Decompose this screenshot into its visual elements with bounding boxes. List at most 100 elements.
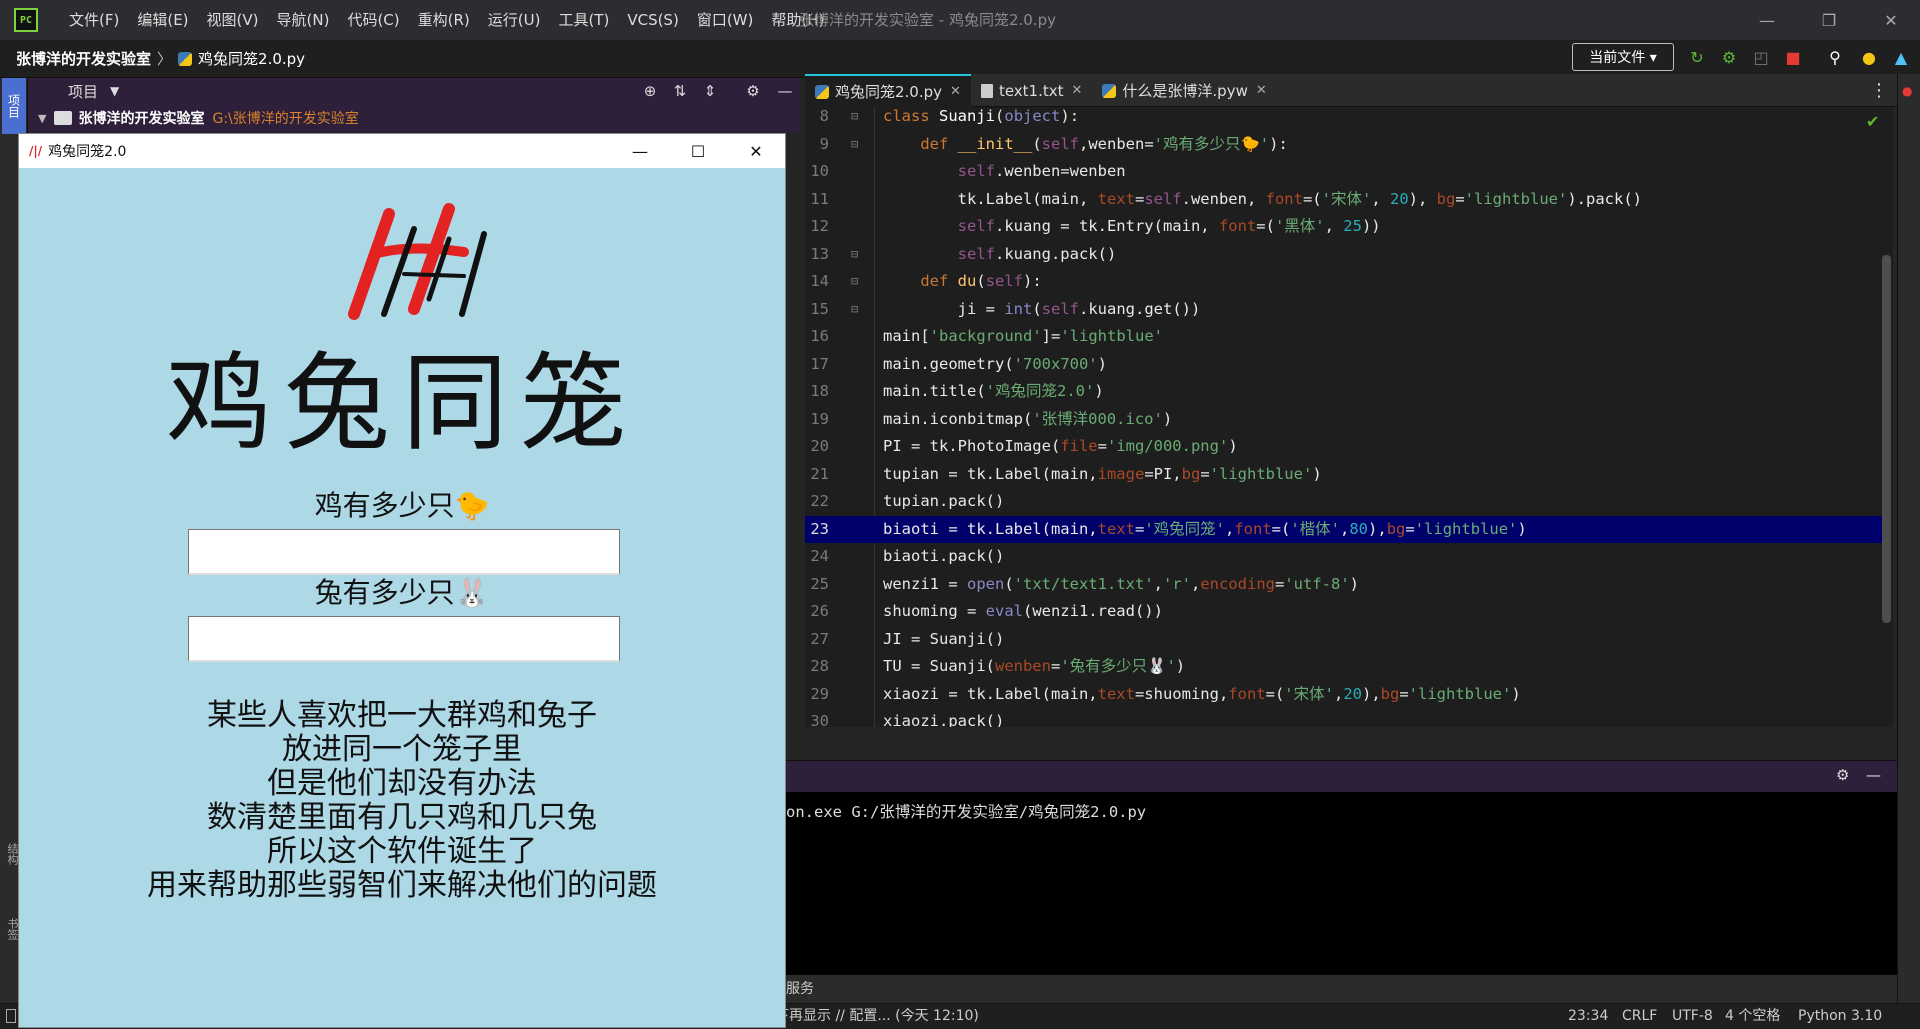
notifications-icon[interactable]: ● xyxy=(1902,84,1912,98)
inspection-ok-icon[interactable]: ✔ xyxy=(1866,112,1879,131)
pycharm-logo-icon[interactable]: PC xyxy=(14,8,38,32)
restore-icon[interactable]: ❐ xyxy=(1806,0,1852,40)
hide-panel-icon[interactable]: — xyxy=(1866,766,1881,784)
file-encoding[interactable]: UTF-8 xyxy=(1672,1004,1713,1029)
app-feather-icon: /|/ xyxy=(29,144,43,158)
menu-item-8[interactable]: VCS(S) xyxy=(618,0,687,40)
code-line[interactable]: 11 tk.Label(main, text=self.wenben, font… xyxy=(805,186,1885,214)
gear-icon[interactable]: ⚙ xyxy=(1836,766,1849,784)
close-icon[interactable]: ✕ xyxy=(1868,0,1914,40)
code-line[interactable]: 12 self.kuang = tk.Entry(main, font=('黑体… xyxy=(805,213,1885,241)
hide-panel-icon[interactable]: — xyxy=(772,78,798,104)
maximize-icon[interactable]: ☐ xyxy=(669,134,727,168)
project-tool-button[interactable]: 项目 xyxy=(2,78,26,134)
rerun-icon[interactable]: ↻ xyxy=(1686,46,1708,68)
code-line[interactable]: 22 tupian.pack() xyxy=(805,488,1885,516)
indent-setting[interactable]: 4 个空格 xyxy=(1725,1004,1780,1029)
fold-marker-icon[interactable]: ⊟ xyxy=(851,107,858,131)
close-tab-icon[interactable]: ✕ xyxy=(1256,83,1267,98)
menu-item-5[interactable]: 重构(R) xyxy=(409,0,479,40)
code-line[interactable]: 13 ⊟ self.kuang.pack() xyxy=(805,241,1885,269)
editor-tab-0[interactable]: 鸡兔同笼2.0.py ✕ xyxy=(805,74,971,107)
chevron-down-icon[interactable]: ▼ xyxy=(38,112,46,125)
fold-marker-icon[interactable]: ⊟ xyxy=(851,131,858,159)
code-line[interactable]: 15 ⊟ ji = int(self.kuang.get()) xyxy=(805,296,1885,324)
minimize-icon[interactable]: — xyxy=(611,134,669,168)
code-line[interactable]: 8 ⊟ class Suanji(object): xyxy=(805,107,1885,131)
menu-item-6[interactable]: 运行(U) xyxy=(479,0,550,40)
code-text: self.wenben=wenben xyxy=(957,162,1126,180)
python-interpreter[interactable]: Python 3.10 xyxy=(1798,1004,1882,1029)
menu-item-3[interactable]: 导航(N) xyxy=(268,0,339,40)
breadcrumb-file[interactable]: 鸡兔同笼2.0.py xyxy=(198,48,305,69)
toggle-tool-windows-icon[interactable] xyxy=(6,1009,16,1023)
editor-tab-1[interactable]: text1.txt ✕ xyxy=(971,74,1092,107)
run-config-dropdown[interactable]: 当前文件 ▾ xyxy=(1572,43,1674,71)
menu-item-4[interactable]: 代码(C) xyxy=(338,0,408,40)
tk-title-bar: /|/ 鸡兔同笼2.0 — ☐ ✕ xyxy=(19,134,785,168)
fold-marker-icon[interactable]: ⊟ xyxy=(851,296,858,324)
code-line[interactable]: 27 JI = Suanji() xyxy=(805,626,1885,654)
line-number: 8 xyxy=(819,107,829,125)
code-line[interactable]: 17 main.geometry('700x700') xyxy=(805,351,1885,379)
code-line[interactable]: 19 main.iconbitmap('张博洋000.ico') xyxy=(805,406,1885,434)
description-line: 所以这个软件诞生了 xyxy=(267,834,537,869)
fold-marker-icon[interactable]: ⊟ xyxy=(851,241,858,269)
description-line: 放进同一个笼子里 xyxy=(282,732,522,767)
code-text: wenzi1 = open('txt/text1.txt','r',encodi… xyxy=(883,574,1360,593)
code-editor[interactable]: 8 ⊟ class Suanji(object): 9 ⊟ def __init__(s… xyxy=(805,107,1893,727)
close-tab-icon[interactable]: ✕ xyxy=(1072,83,1083,98)
chevron-down-icon[interactable]: ▼ xyxy=(110,84,119,98)
fold-marker-icon[interactable]: ⊟ xyxy=(851,268,858,296)
status-message[interactable]: 下再显示 // 配置... (今天 12:10) xyxy=(775,1004,979,1029)
code-line[interactable]: 20 PI = tk.PhotoImage(file='img/000.png') xyxy=(805,433,1885,461)
toolbox-icon[interactable]: ▲ xyxy=(1890,46,1912,68)
breadcrumb-project[interactable]: 张博洋的开发实验室 xyxy=(16,48,151,69)
code-text: def du(self): xyxy=(920,272,1042,290)
code-line[interactable]: 9 ⊟ def __init__(self,wenben='鸡有多少只🐤'): xyxy=(805,131,1885,159)
calligraphy-logo-image xyxy=(348,203,487,320)
menu-item-7[interactable]: 工具(T) xyxy=(549,0,618,40)
code-line[interactable]: 26 shuoming = eval(wenzi1.read()) xyxy=(805,598,1885,626)
more-tabs-icon[interactable]: ⋮ xyxy=(1870,80,1888,101)
debug-bug-icon[interactable]: ⚙ xyxy=(1718,46,1740,68)
code-line[interactable]: 30 xiaozi.pack() xyxy=(805,708,1885,727)
collapse-all-icon[interactable]: ⇕ xyxy=(697,78,723,104)
project-panel-title[interactable]: 项目 xyxy=(68,81,98,102)
line-separator[interactable]: CRLF xyxy=(1622,1004,1657,1029)
expand-all-icon[interactable]: ⇅ xyxy=(667,78,693,104)
code-line[interactable]: 28 TU = Suanji(wenben='兔有多少只🐰') xyxy=(805,653,1885,681)
menu-item-0[interactable]: 文件(F) xyxy=(60,0,128,40)
coverage-icon[interactable]: ◰ xyxy=(1750,46,1772,68)
update-icon[interactable]: ● xyxy=(1858,46,1880,68)
minimize-icon[interactable]: — xyxy=(1744,0,1790,40)
menu-item-9[interactable]: 窗口(W) xyxy=(688,0,763,40)
services-tab[interactable]: 服务 xyxy=(786,981,814,997)
menu-item-2[interactable]: 视图(V) xyxy=(198,0,268,40)
chicken-count-input[interactable] xyxy=(188,529,620,575)
code-line[interactable]: 21 tupian = tk.Label(main,image=PI,bg='li… xyxy=(805,461,1885,489)
project-tree-root[interactable]: ▼ 张博洋的开发实验室 G:\张博洋的开发实验室 xyxy=(28,104,800,132)
code-line[interactable]: 29 xiaozi = tk.Label(main,text=shuoming,f… xyxy=(805,681,1885,709)
code-line[interactable]: 25 wenzi1 = open('txt/text1.txt','r',enco… xyxy=(805,571,1885,599)
close-tab-icon[interactable]: ✕ xyxy=(950,84,961,99)
rabbit-count-input[interactable] xyxy=(188,616,620,662)
code-line[interactable]: 18 main.title('鸡兔同笼2.0') xyxy=(805,378,1885,406)
search-icon[interactable]: ⚲ xyxy=(1824,46,1846,68)
code-line[interactable]: 10 self.wenben=wenben xyxy=(805,158,1885,186)
editor-tab-2[interactable]: 什么是张博洋.pyw ✕ xyxy=(1092,74,1276,107)
code-line[interactable]: 24 biaoti.pack() xyxy=(805,543,1885,571)
stop-icon[interactable]: ■ xyxy=(1782,46,1804,68)
description-line: 某些人喜欢把一大群鸡和兔子 xyxy=(207,698,597,733)
menu-item-1[interactable]: 编辑(E) xyxy=(128,0,197,40)
caret-position[interactable]: 23:34 xyxy=(1568,1004,1608,1029)
code-line[interactable]: 14 ⊟ def du(self): xyxy=(805,268,1885,296)
code-text: tupian = tk.Label(main,image=PI,bg='ligh… xyxy=(883,464,1322,483)
code-line[interactable]: 16 main['background']='lightblue' xyxy=(805,323,1885,351)
close-icon[interactable]: ✕ xyxy=(727,134,785,168)
editor-scrollbar[interactable] xyxy=(1882,255,1891,623)
line-number: 21 xyxy=(810,464,829,483)
locate-icon[interactable]: ⊕ xyxy=(637,78,663,104)
code-line[interactable]: 23 biaoti = tk.Label(main,text='鸡兔同笼',fon… xyxy=(805,515,1885,543)
gear-icon[interactable]: ⚙ xyxy=(740,78,766,104)
